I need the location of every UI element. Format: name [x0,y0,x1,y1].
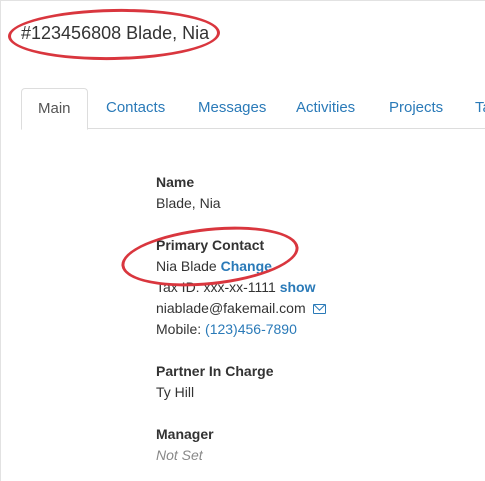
primary-contact-row: Nia Blade Change [156,256,326,277]
name-label: Name [156,174,195,190]
tax-id-row: Tax ID: xxx-xx-1111 show [156,277,326,298]
email-text: niablade@fakemail.com [156,300,306,316]
tab-bar: Main Contacts Messages Activities Projec… [21,88,485,130]
tax-id-text: Tax ID: xxx-xx-1111 [156,279,276,295]
primary-contact-label: Primary Contact [156,237,265,253]
mobile-row: Mobile: (123)456-7890 [156,319,326,340]
tab-contacts[interactable]: Contacts [106,88,165,129]
tab-messages[interactable]: Messages [198,88,266,129]
partner-in-charge-label: Partner In Charge [156,363,274,379]
primary-contact-name: Nia Blade [156,258,217,274]
envelope-icon[interactable] [312,304,326,314]
partner-in-charge-value: Ty Hill [156,384,195,400]
tab-main[interactable]: Main [21,88,88,130]
tab-activities[interactable]: Activities [296,88,355,129]
name-value: Blade, Nia [156,195,221,211]
manager-value: Not Set [156,447,203,463]
email-row: niablade@fakemail.com [156,298,326,319]
mobile-phone-link[interactable]: (123)456-7890 [205,321,297,337]
record-panel: #123456808 Blade, Nia Main Contacts Mess… [0,0,485,481]
mobile-label: Mobile: [156,321,202,337]
change-contact-link[interactable]: Change [221,258,272,274]
details-section: Name Blade, Nia Primary Contact Nia Blad… [156,172,326,466]
tab-projects[interactable]: Projects [389,88,443,129]
record-title: #123456808 Blade, Nia [21,23,210,43]
tab-more[interactable]: Ta [475,88,485,129]
manager-label: Manager [156,426,214,442]
show-tax-id-link[interactable]: show [280,279,316,295]
